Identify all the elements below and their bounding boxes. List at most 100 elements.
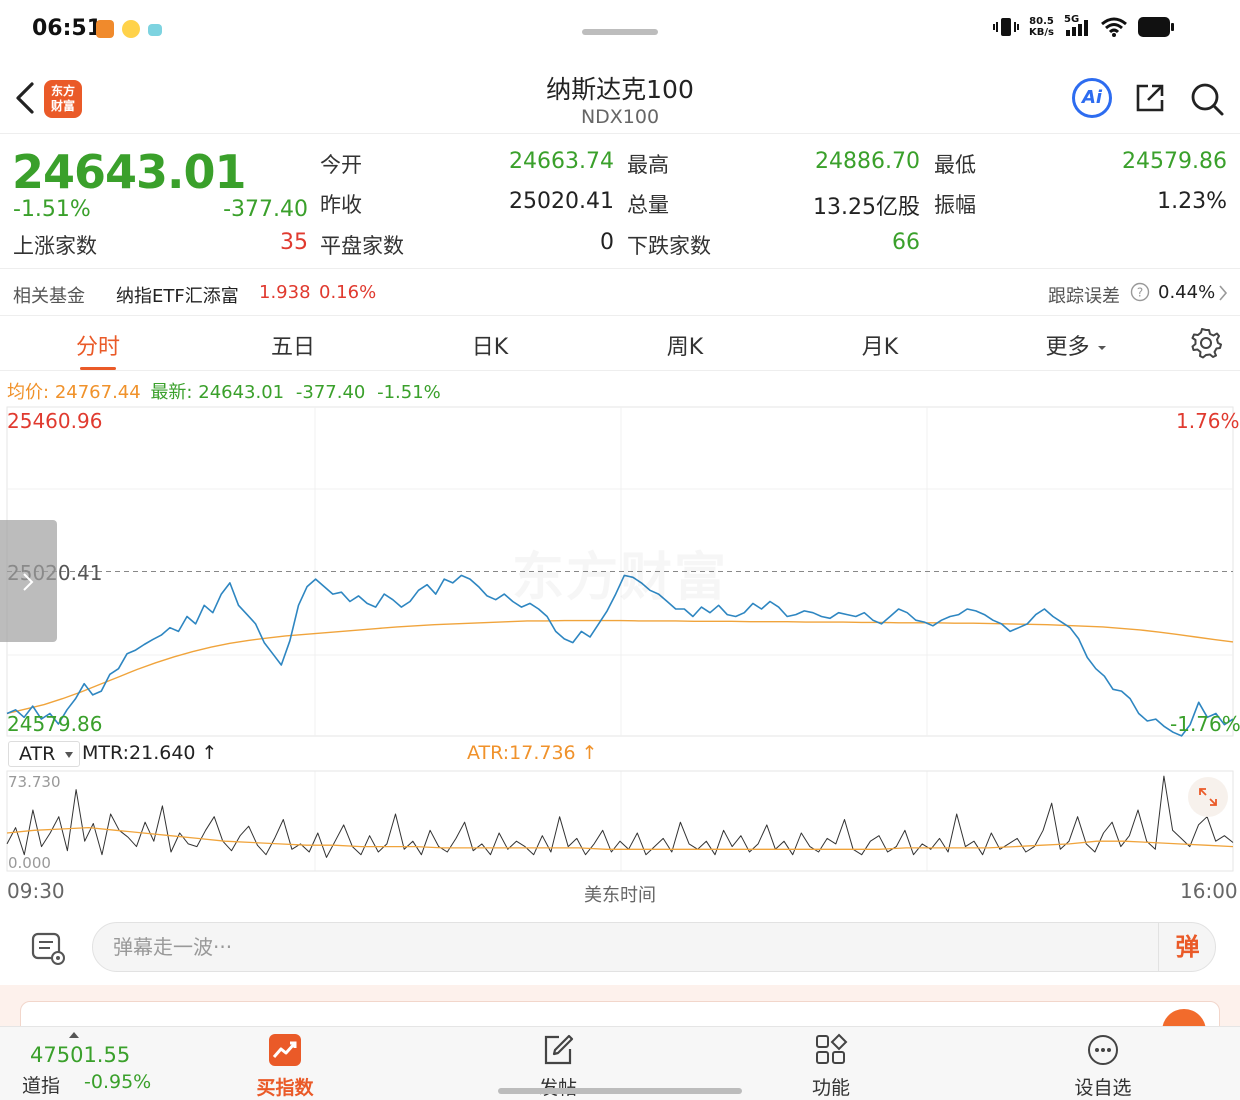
intraday-chart[interactable] <box>0 405 1240 907</box>
chart-area[interactable]: 东方财富 25460.96 1.76% 25020.41 24579.86 -1… <box>0 405 1240 907</box>
caret-down-icon <box>65 752 73 758</box>
amplitude-value: 1.23% <box>1157 189 1227 214</box>
last-price-value: 24643.01 <box>198 382 285 403</box>
search-icon[interactable] <box>1188 80 1226 118</box>
caret-up-icon <box>69 1032 79 1038</box>
tab-more[interactable]: 更多 <box>1016 329 1136 361</box>
tracking-error-label: 跟踪误差 <box>1048 286 1120 307</box>
change-amount: -377.40 <box>223 197 308 222</box>
volume-value: 13.25亿股 <box>813 195 920 220</box>
svg-text:?: ? <box>1137 286 1143 300</box>
post-label: 发帖 <box>503 1073 613 1100</box>
more-dots-icon <box>1088 1035 1118 1065</box>
atr-legend: ATR:17.736 ↑ <box>467 742 598 764</box>
y-axis-bottom-label: 24579.86 <box>7 712 103 736</box>
tab-five-day[interactable]: 五日 <box>233 329 353 361</box>
atr-line <box>6 826 1234 850</box>
last-change-percent: -1.51% <box>377 382 441 403</box>
status-bar: 06:51 80.5 KB/s 5G <box>0 0 1240 62</box>
home-indicator[interactable] <box>498 1088 742 1094</box>
watermark-logo: 东方财富 <box>512 535 728 610</box>
ai-assistant-button[interactable]: Ai <box>1072 78 1112 118</box>
atr-axis-bottom-label: 0.000 <box>8 854 51 872</box>
wifi-icon <box>1101 17 1127 37</box>
y-axis-top-label: 25460.96 <box>7 409 103 433</box>
x-axis-end-label: 16:00 <box>1180 879 1238 903</box>
related-fund-row[interactable]: 相关基金 纳指ETF汇添富 1.938 0.16% 跟踪误差 ? 0.44% <box>0 270 1240 316</box>
gear-icon[interactable] <box>1190 327 1222 359</box>
tab-intraday[interactable]: 分时 <box>38 329 158 361</box>
decliners-value: 66 <box>892 230 920 255</box>
danmu-settings-icon[interactable] <box>28 928 68 968</box>
low-value: 24579.86 <box>1122 149 1227 174</box>
current-price: 24643.01 <box>12 145 247 199</box>
intraday-info-line: 均价: 24767.44 最新: 24643.01 -377.40 -1.51% <box>7 378 441 404</box>
help-icon[interactable]: ? <box>1130 282 1150 307</box>
promo-strip <box>0 985 1240 1041</box>
dow-change-percent: -0.95% <box>84 1071 152 1093</box>
volume-label: 总量 <box>627 193 669 217</box>
x-axis-title: 美东时间 <box>584 885 656 906</box>
caret-down-icon <box>1097 346 1106 350</box>
battery-icon <box>1138 17 1174 37</box>
indicator-select-value: ATR <box>19 743 56 765</box>
page-title: 纳斯达克100 <box>546 75 694 104</box>
window-drag-handle[interactable] <box>582 29 658 35</box>
low-label: 最低 <box>934 153 976 177</box>
related-fund-label: 相关基金 <box>13 286 85 307</box>
indicator-panel-frame <box>6 770 1234 872</box>
vibrate-icon <box>993 18 1020 36</box>
add-watchlist-button[interactable]: 设自选 <box>1048 1033 1158 1100</box>
fund-name[interactable]: 纳指ETF汇添富 <box>116 282 239 308</box>
status-notification-icons <box>96 20 162 38</box>
tracking-error-value: 0.44% <box>1158 282 1216 303</box>
avg-price-value: 24767.44 <box>54 382 141 403</box>
buy-index-label: 买指数 <box>256 1077 314 1099</box>
last-price-label: 最新: <box>150 382 193 403</box>
status-indicators: 80.5 KB/s 5G <box>993 14 1174 38</box>
advancers-value: 35 <box>280 230 308 255</box>
mtr-legend: MTR:21.640 ↑ <box>82 742 218 764</box>
expand-chart-button[interactable] <box>1188 777 1228 817</box>
chevron-right-icon <box>23 573 34 591</box>
avg-price-line <box>6 619 1234 715</box>
atr-axis-top-label: 73.730 <box>8 773 61 791</box>
open-label: 今开 <box>320 153 362 177</box>
chevron-right-icon[interactable] <box>1218 284 1228 307</box>
side-panel-handle[interactable] <box>0 520 57 642</box>
nav-bar: 东方 财富 纳斯达克100 NDX100 Ai <box>0 62 1240 134</box>
network-speed: 80.5 KB/s <box>1029 16 1054 38</box>
buy-index-button[interactable]: 买指数 <box>230 1033 340 1100</box>
unchanged-value: 0 <box>600 230 614 255</box>
danmu-toggle-button[interactable]: 弹 <box>1158 923 1216 971</box>
expand-icon <box>1199 788 1217 806</box>
change-percent: -1.51% <box>13 197 91 222</box>
prev-close-label: 昨收 <box>320 193 362 217</box>
tab-weekly-k[interactable]: 周K <box>625 329 745 361</box>
share-icon[interactable] <box>1132 80 1168 116</box>
quote-panel: 24643.01 -1.51% -377.40 今开 24663.74 最高 2… <box>0 135 1240 269</box>
amplitude-label: 振幅 <box>934 193 976 217</box>
status-time: 06:51 <box>32 16 103 41</box>
decliners-label: 下跌家数 <box>627 234 711 258</box>
prev-close-value: 25020.41 <box>509 189 614 214</box>
trend-chart-icon <box>269 1034 301 1066</box>
active-tab-indicator <box>80 367 116 370</box>
unchanged-label: 平盘家数 <box>320 234 404 258</box>
message-notification-icon <box>148 24 162 36</box>
tab-monthly-k[interactable]: 月K <box>820 329 940 361</box>
fund-change-percent: 0.16% <box>319 282 377 303</box>
functions-label: 功能 <box>811 1077 850 1099</box>
high-value: 24886.70 <box>815 149 920 174</box>
open-value: 24663.74 <box>509 149 614 174</box>
danmu-input[interactable]: 弹幕走一波··· <box>92 922 1216 972</box>
tab-daily-k[interactable]: 日K <box>430 329 550 361</box>
avg-price-label: 均价: <box>7 382 50 403</box>
functions-button[interactable]: 功能 <box>776 1033 886 1100</box>
indicator-select[interactable]: ATR <box>8 741 80 767</box>
coin-notification-icon <box>122 20 140 38</box>
high-label: 最高 <box>627 153 669 177</box>
dow-name: 道指 <box>22 1075 61 1097</box>
tab-more-label: 更多 <box>1045 335 1090 360</box>
pct-axis-bottom-label: -1.76% <box>1170 712 1240 736</box>
